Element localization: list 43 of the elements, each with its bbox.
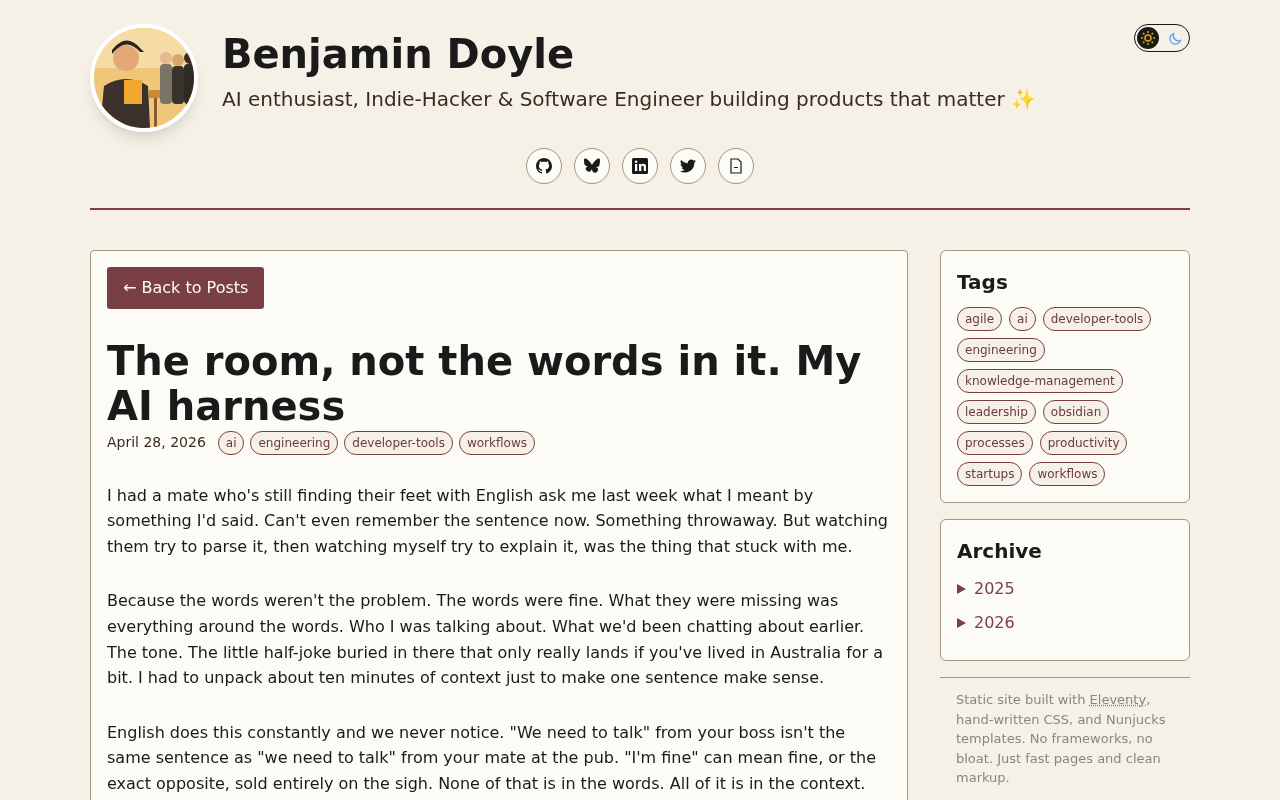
document-icon xyxy=(729,158,743,174)
back-button[interactable]: ← Back to Posts xyxy=(107,267,265,309)
tag-link[interactable]: engineering xyxy=(250,430,339,455)
tag-link[interactable]: processes xyxy=(957,431,1033,455)
tag-link[interactable]: leadership xyxy=(957,400,1036,424)
card-heading: Tags xyxy=(957,269,1009,296)
paragraph: I had a mate who's still finding their feet with English ask me last week what I meant by something I'd said. Can't even remember the sentence now. Something throwaway. But watching them try to parse it, then watching myself try to explain it, was the thing that stuck with me. xyxy=(107,484,889,558)
archive-label: 2025 xyxy=(974,578,1015,600)
bird-icon xyxy=(680,158,696,174)
tag-link[interactable]: developer-tools xyxy=(1042,307,1152,331)
social-link[interactable] xyxy=(526,148,562,184)
footer-text: Static site built with Eleventy, hand-written CSS, and Nunjucks templates. No frameworks, no bloat. Just fast pages and clean markup. xyxy=(940,677,1190,788)
archive-year[interactable]: 2026 xyxy=(957,606,1173,640)
caret-icon xyxy=(957,584,966,594)
archive-year[interactable]: 2025 xyxy=(957,572,1173,606)
social-link[interactable] xyxy=(670,148,706,184)
linkedin-icon xyxy=(632,158,648,174)
paragraph: Because the words weren't the problem. The words were fine. What they were missing was everything around the words. Who I was talking about. What we'd been chatting about earlier. The tone. The little half-joke buried in there that only really lands if you've lived in Australia for a bit. I had to unpack about ten minutes of context just to make one sentence make sense. xyxy=(107,590,884,690)
site-tagline: AI enthusiast, Indie-Hacker & Software Engineer building products that matter ✨ xyxy=(222,86,1037,113)
site-title: Benjamin Doyle xyxy=(222,30,576,78)
social-link[interactable] xyxy=(622,148,658,184)
moon-icon xyxy=(1168,30,1184,46)
tag-link[interactable]: workflows xyxy=(1029,462,1106,486)
tag-link[interactable]: engineering xyxy=(957,338,1045,362)
social-link[interactable] xyxy=(574,148,610,184)
tag-link[interactable]: startups xyxy=(957,462,1023,486)
tag-link[interactable]: ai xyxy=(1009,307,1036,331)
sun-icon xyxy=(1140,30,1156,46)
tag-link[interactable]: developer-tools xyxy=(344,430,453,455)
tag-link[interactable]: knowledge-management xyxy=(957,369,1123,393)
tag-link[interactable]: productivity xyxy=(1039,431,1128,455)
card-heading: Archive xyxy=(957,538,1043,565)
archive-label: 2026 xyxy=(974,612,1015,634)
tag-link[interactable]: ai xyxy=(217,430,245,455)
github-icon xyxy=(536,158,552,174)
tag-link[interactable]: agile xyxy=(957,307,1003,331)
tag-link[interactable]: obsidian xyxy=(1042,400,1110,424)
post-date: April 28, 2026 xyxy=(107,433,206,453)
caret-icon xyxy=(957,618,966,628)
butterfly-icon xyxy=(584,158,600,174)
tag-link[interactable]: workflows xyxy=(458,430,535,455)
paragraph: English does this constantly and we never notice. "We need to talk" from your boss isn't the same sentence as "we need to talk" from your mate at the pub. "I'm fine" can mean fine, or the exact opposite, sold entirely on the sigh. None of that is in the words. All of it is in the context. xyxy=(107,721,877,795)
post-title: The room, not the words in it. My AI harness xyxy=(107,339,863,429)
